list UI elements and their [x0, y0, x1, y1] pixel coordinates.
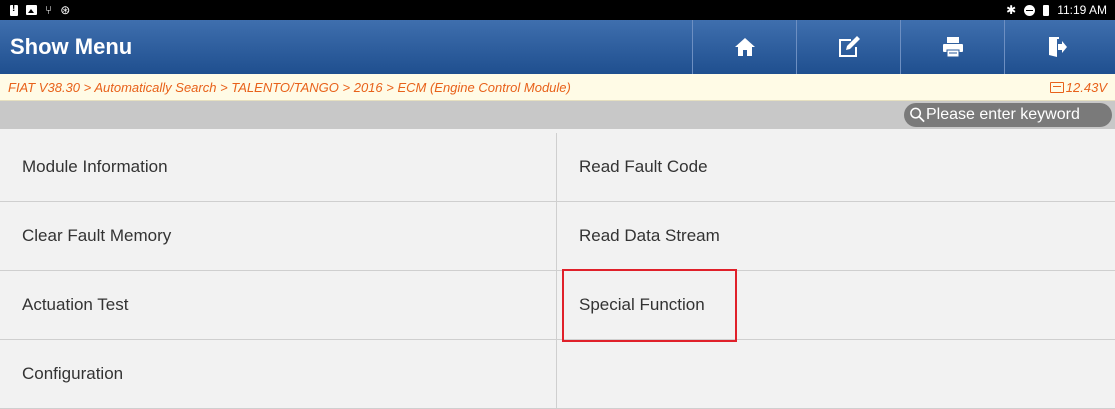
menu-item-read-data-stream[interactable]: Read Data Stream — [557, 202, 1115, 271]
battery-alert-icon — [10, 3, 18, 16]
exit-icon — [1048, 37, 1067, 57]
usb-icon: ⑂ — [45, 3, 53, 17]
print-button[interactable] — [900, 20, 1004, 74]
home-button[interactable] — [692, 20, 796, 74]
home-icon — [734, 38, 755, 56]
search-bar — [0, 101, 1115, 129]
menu-item-empty — [557, 340, 1115, 409]
print-icon — [942, 37, 963, 58]
menu-item-actuation-test[interactable]: Actuation Test — [0, 271, 557, 340]
menu-item-read-fault-code[interactable]: Read Fault Code — [557, 133, 1115, 202]
menu-item-configuration[interactable]: Configuration — [0, 340, 557, 409]
breadcrumb: FIAT V38.30 > Automatically Search > TAL… — [8, 79, 571, 95]
menu-grid: Module Information Read Fault Code Clear… — [0, 133, 1115, 409]
bluetooth-icon: ✱ — [1006, 3, 1017, 17]
breadcrumb-bar: FIAT V38.30 > Automatically Search > TAL… — [0, 74, 1115, 101]
battery-icon — [1043, 4, 1050, 16]
menu-item-clear-fault-memory[interactable]: Clear Fault Memory — [0, 202, 557, 271]
do-not-disturb-icon — [1024, 4, 1036, 16]
status-time: 11:19 AM — [1057, 3, 1107, 17]
edit-icon — [838, 36, 860, 57]
edit-button[interactable] — [796, 20, 900, 74]
battery-voltage-icon — [1049, 81, 1064, 93]
search-input[interactable] — [926, 106, 1112, 124]
exit-button[interactable] — [1004, 20, 1108, 74]
search-box[interactable] — [904, 103, 1112, 127]
image-icon — [26, 5, 37, 15]
menu-item-special-function[interactable]: Special Function — [557, 271, 1115, 340]
search-icon — [910, 107, 925, 123]
title-bar: Show Menu — [0, 20, 1115, 74]
menu-item-module-information[interactable]: Module Information — [0, 133, 557, 202]
status-bar: ⑂ ⊛ ✱ 11:19 AM — [0, 0, 1115, 20]
voltage-value: 12.43V — [1065, 79, 1107, 95]
voltage-indicator: 12.43V — [1049, 79, 1107, 95]
settings-badge-icon: ⊛ — [60, 3, 71, 17]
page-title: Show Menu — [10, 34, 133, 59]
